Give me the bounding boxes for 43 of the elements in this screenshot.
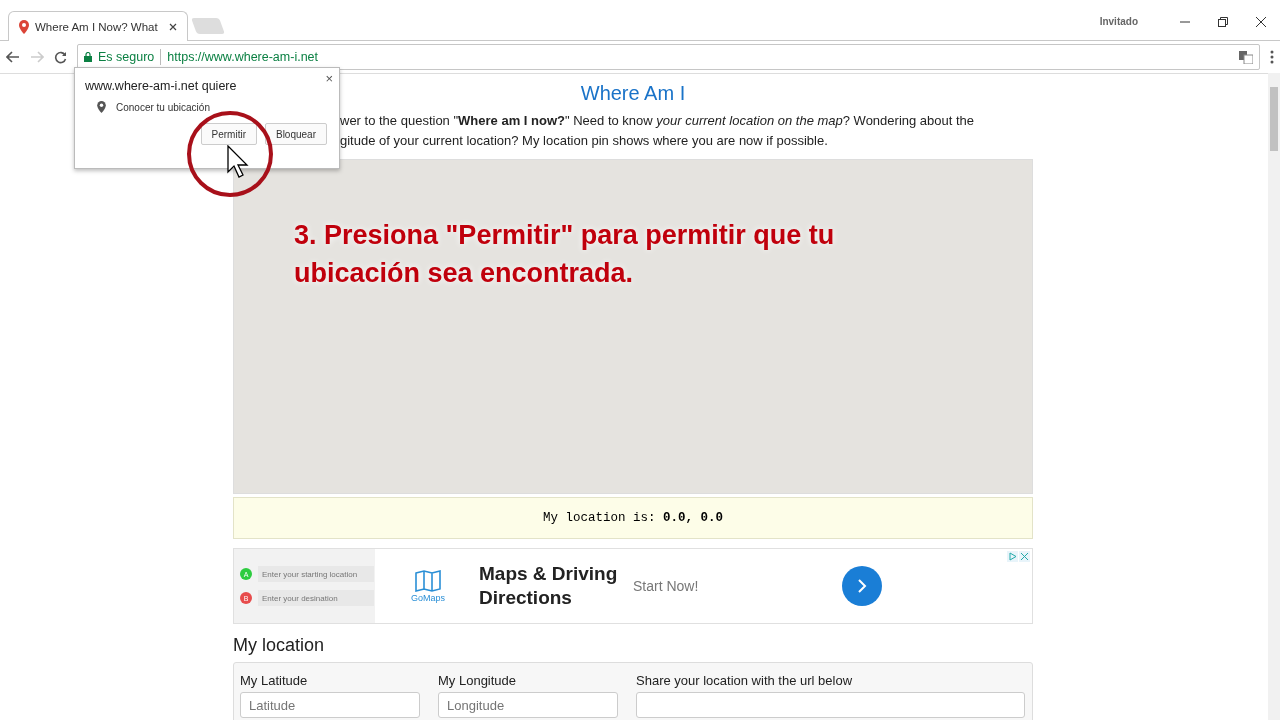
section-heading: My location [233, 635, 326, 656]
url-text: https://www.where-am-i.net [167, 50, 320, 64]
lock-icon [84, 52, 92, 62]
destination-field: Enter your desination [258, 590, 374, 606]
chevron-icon [856, 578, 869, 594]
security-label: Es seguro [98, 50, 155, 64]
field-label: My Longitude [438, 673, 518, 688]
restore-icon[interactable] [1218, 16, 1228, 27]
intro-text: gitude of your current location? My location pin shows where you are now if possible. [340, 132, 828, 150]
brand-name: GoMaps [411, 592, 445, 603]
page-title: Where Am I [579, 82, 687, 105]
location-readout: My location is: 0.0, 0.0 [542, 511, 723, 525]
ad-cta-text: Start Now! [633, 578, 699, 594]
input-field[interactable] [636, 692, 1025, 718]
field-label: My Latitude [240, 673, 309, 688]
browser-tab[interactable]: Where Am I Now? What [8, 11, 188, 41]
profile-name[interactable]: Invitado [1099, 16, 1138, 27]
intro-text: wer to the question "Where am I now?" Need to know your current location on the map? Wondering about the [340, 112, 975, 130]
close-icon[interactable] [1256, 16, 1266, 27]
field-label: Share your location with the url below [636, 673, 854, 688]
annotation-text: 3. Presiona "Permitir" para permitir que tu ubicación sea encontrada. [294, 219, 836, 290]
pin-icon [19, 19, 29, 34]
ad-headline: Maps & Driving Directions [479, 562, 619, 610]
close-icon[interactable] [169, 22, 177, 31]
map-area[interactable]: 3. Presiona "Permitir" para permitir que tu ubicación sea encontrada. [233, 159, 1033, 494]
popup-button[interactable]: Permitir [200, 123, 257, 145]
menu-icon[interactable] [1270, 50, 1274, 64]
back-icon[interactable] [6, 51, 20, 63]
map-icon [415, 569, 441, 592]
scrollbar[interactable] [1268, 73, 1280, 720]
next-button[interactable] [842, 566, 883, 606]
location-pin-icon [97, 101, 106, 113]
reload-icon[interactable] [54, 50, 67, 64]
start-field: Enter your starting location [258, 566, 374, 582]
input-field[interactable]: Longitude [438, 692, 618, 718]
close-button[interactable]: × [325, 71, 333, 86]
translate-icon[interactable] [1239, 50, 1253, 64]
popup-title: www.where-am-i.net quiere [85, 79, 238, 93]
tab-title: Where Am I Now? What [35, 20, 159, 33]
permission-text: Conocer tu ubicación [116, 101, 210, 113]
popup-button[interactable]: Bloquear [264, 123, 327, 145]
input-field[interactable]: Latitude [240, 692, 420, 718]
adchoices-icon[interactable] [1007, 551, 1018, 562]
